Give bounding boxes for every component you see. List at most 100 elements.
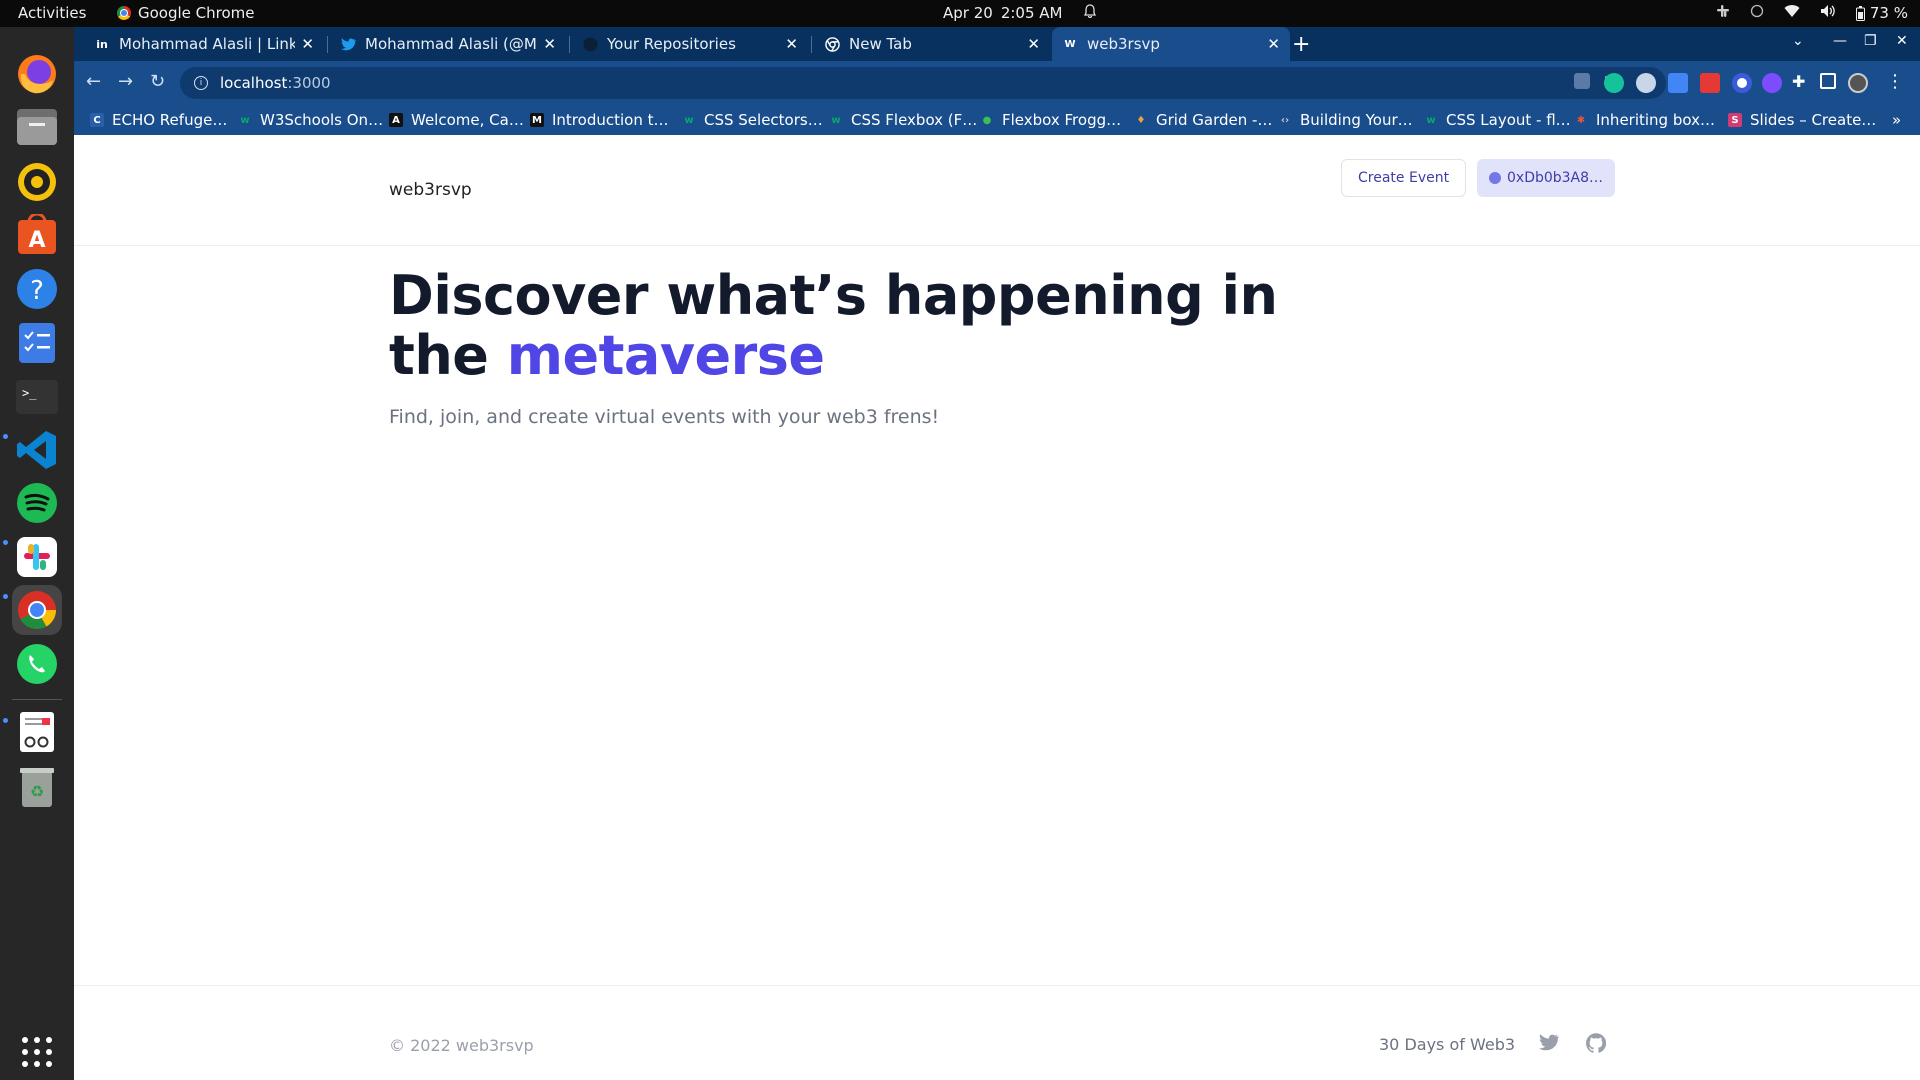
bookmark-icon: w: [1426, 114, 1436, 126]
software-icon[interactable]: A: [12, 210, 62, 260]
side-panel-icon[interactable]: [1820, 73, 1836, 89]
back-icon[interactable]: ←: [86, 71, 101, 92]
extension-icon[interactable]: [1636, 73, 1656, 93]
tab-separator: [811, 36, 812, 53]
bookmark-item[interactable]: w W3Schools On…: [238, 111, 383, 129]
battery-indicator: 73 %: [1855, 4, 1908, 22]
system-tray[interactable]: 73 %: [1716, 4, 1908, 22]
bookmark-item[interactable]: M Introduction t…: [530, 111, 668, 129]
extension-icon[interactable]: [1762, 73, 1782, 93]
close-icon[interactable]: ✕: [301, 35, 314, 53]
bell-icon: [1084, 4, 1097, 22]
tab-separator: [569, 36, 570, 53]
translate-icon[interactable]: [1668, 73, 1688, 93]
whatsapp-tray-icon: [1750, 4, 1764, 22]
browser-window: in Mohammad Alasli | LinkedIn ✕ Mohammad…: [74, 27, 1920, 1080]
extension-icon[interactable]: [1732, 73, 1752, 93]
tab-twitter[interactable]: Mohammad Alasli (@Moh ✕: [330, 27, 566, 61]
vscode-icon[interactable]: [12, 425, 62, 475]
menu-kebab-icon[interactable]: ⋮: [1886, 71, 1904, 92]
site-info-icon[interactable]: i: [194, 76, 208, 90]
window-close-icon[interactable]: ✕: [1896, 33, 1908, 49]
linkedin-icon: in: [96, 37, 108, 51]
twitter-icon[interactable]: [1539, 1034, 1559, 1055]
bookmark-item[interactable]: ♦ Grid Garden -…: [1134, 111, 1273, 129]
clock[interactable]: Apr 20 2:05 AM: [943, 4, 1097, 22]
bookmark-icon: M: [530, 113, 544, 127]
hero-title-plain: the: [389, 324, 507, 387]
bookmark-icon: w: [684, 114, 694, 126]
dock: A ? >_ ♻: [0, 27, 74, 1080]
url-host: localhost: [220, 74, 288, 92]
avatar[interactable]: [1848, 73, 1868, 93]
grammarly-icon[interactable]: [1604, 73, 1624, 93]
tab-new-tab[interactable]: New Tab ✕: [814, 27, 1050, 61]
clock-time: 2:05 AM: [1000, 4, 1063, 22]
wallet-button[interactable]: 0xDb0b3A8…: [1477, 159, 1616, 197]
firefox-icon[interactable]: [12, 49, 62, 99]
running-indicator: [3, 434, 8, 439]
tab-title: web3rsvp: [1087, 35, 1160, 53]
tab-web3rsvp[interactable]: W web3rsvp ✕: [1052, 27, 1290, 61]
close-icon[interactable]: ✕: [785, 35, 798, 53]
bookmark-item[interactable]: ✱ Inheriting box…: [1574, 111, 1715, 129]
create-event-button[interactable]: Create Event: [1341, 159, 1467, 197]
hero-section: Discover what’s happening in the metaver…: [389, 266, 1289, 429]
address-bar[interactable]: i localhost:3000 ⇱ ☆: [180, 67, 1666, 99]
bookmark-icon: ✱: [1576, 114, 1586, 126]
spotify-icon[interactable]: [12, 478, 62, 528]
bookmark-icon: w: [240, 114, 250, 126]
volume-icon: [1820, 4, 1836, 22]
wallet-address: 0xDb0b3A8…: [1507, 170, 1604, 186]
tab-linkedin[interactable]: in Mohammad Alasli | LinkedIn ✕: [84, 27, 324, 61]
tab-title: Mohammad Alasli (@Moh: [365, 35, 538, 53]
svg-text:?: ?: [30, 276, 44, 306]
tab-github[interactable]: Your Repositories ✕: [572, 27, 808, 61]
new-tab-button[interactable]: +: [1292, 32, 1310, 57]
tab-title: Your Repositories: [607, 35, 736, 53]
close-icon[interactable]: ✕: [543, 35, 556, 53]
close-icon[interactable]: ✕: [1027, 35, 1040, 53]
bookmark-item[interactable]: ‹› Building Your…: [1278, 111, 1413, 129]
trash-icon[interactable]: ♻: [12, 762, 62, 812]
site-logo[interactable]: web3rsvp: [389, 180, 472, 200]
hero-title-accent: metaverse: [506, 324, 825, 387]
whatsapp-icon[interactable]: [12, 639, 62, 689]
bookmark-item[interactable]: C ECHO Refuge…: [90, 111, 227, 129]
slack-icon[interactable]: [12, 532, 62, 582]
chrome-icon[interactable]: [12, 585, 62, 635]
extension-icon[interactable]: [1574, 73, 1590, 89]
tasks-icon[interactable]: [12, 318, 62, 368]
bookmark-item[interactable]: S Slides – Create…: [1728, 111, 1876, 129]
thirty-days-link[interactable]: 30 Days of Web3: [1379, 1035, 1515, 1054]
extension-icon[interactable]: [1700, 73, 1720, 93]
clock-date: Apr 20: [943, 4, 993, 22]
tab-search-icon[interactable]: ⌄: [1792, 33, 1804, 49]
bookmark-item[interactable]: A Welcome, Ca…: [389, 111, 524, 129]
battery-percent: 73 %: [1869, 4, 1908, 22]
files-icon[interactable]: [12, 102, 62, 152]
help-icon[interactable]: ?: [12, 264, 62, 314]
rhythmbox-icon[interactable]: [12, 157, 62, 207]
app-grid-icon[interactable]: [12, 1027, 62, 1077]
forward-icon[interactable]: →: [118, 71, 133, 92]
activities-button[interactable]: Activities: [18, 4, 86, 22]
maximize-icon[interactable]: ❐: [1864, 33, 1877, 49]
bookmarks-overflow-icon[interactable]: »: [1892, 111, 1901, 129]
bookmark-item[interactable]: w CSS Layout - fl…: [1424, 111, 1570, 129]
github-icon[interactable]: [1585, 1033, 1607, 1057]
reload-icon[interactable]: ↻: [150, 71, 165, 92]
bookmark-item[interactable]: w CSS Selectors…: [682, 111, 822, 129]
terminal-icon[interactable]: >_: [12, 372, 62, 422]
bookmark-item[interactable]: w CSS Flexbox (F…: [829, 111, 977, 129]
app-menu[interactable]: Google Chrome: [117, 4, 255, 22]
extensions-puzzle-icon[interactable]: ✚: [1792, 72, 1805, 91]
site-footer: © 2022 web3rsvp 30 Days of Web3: [74, 985, 1920, 1080]
app-name: Google Chrome: [138, 4, 255, 22]
bookmarks-bar: C ECHO Refuge… w W3Schools On… A Welcome, C…: [74, 105, 1920, 135]
reader-icon[interactable]: [12, 707, 62, 757]
bookmark-item[interactable]: ● Flexbox Frogg…: [980, 111, 1122, 129]
close-icon[interactable]: ✕: [1267, 35, 1280, 53]
minimize-icon[interactable]: —: [1833, 33, 1847, 49]
svg-text:♻: ♻: [30, 782, 44, 801]
